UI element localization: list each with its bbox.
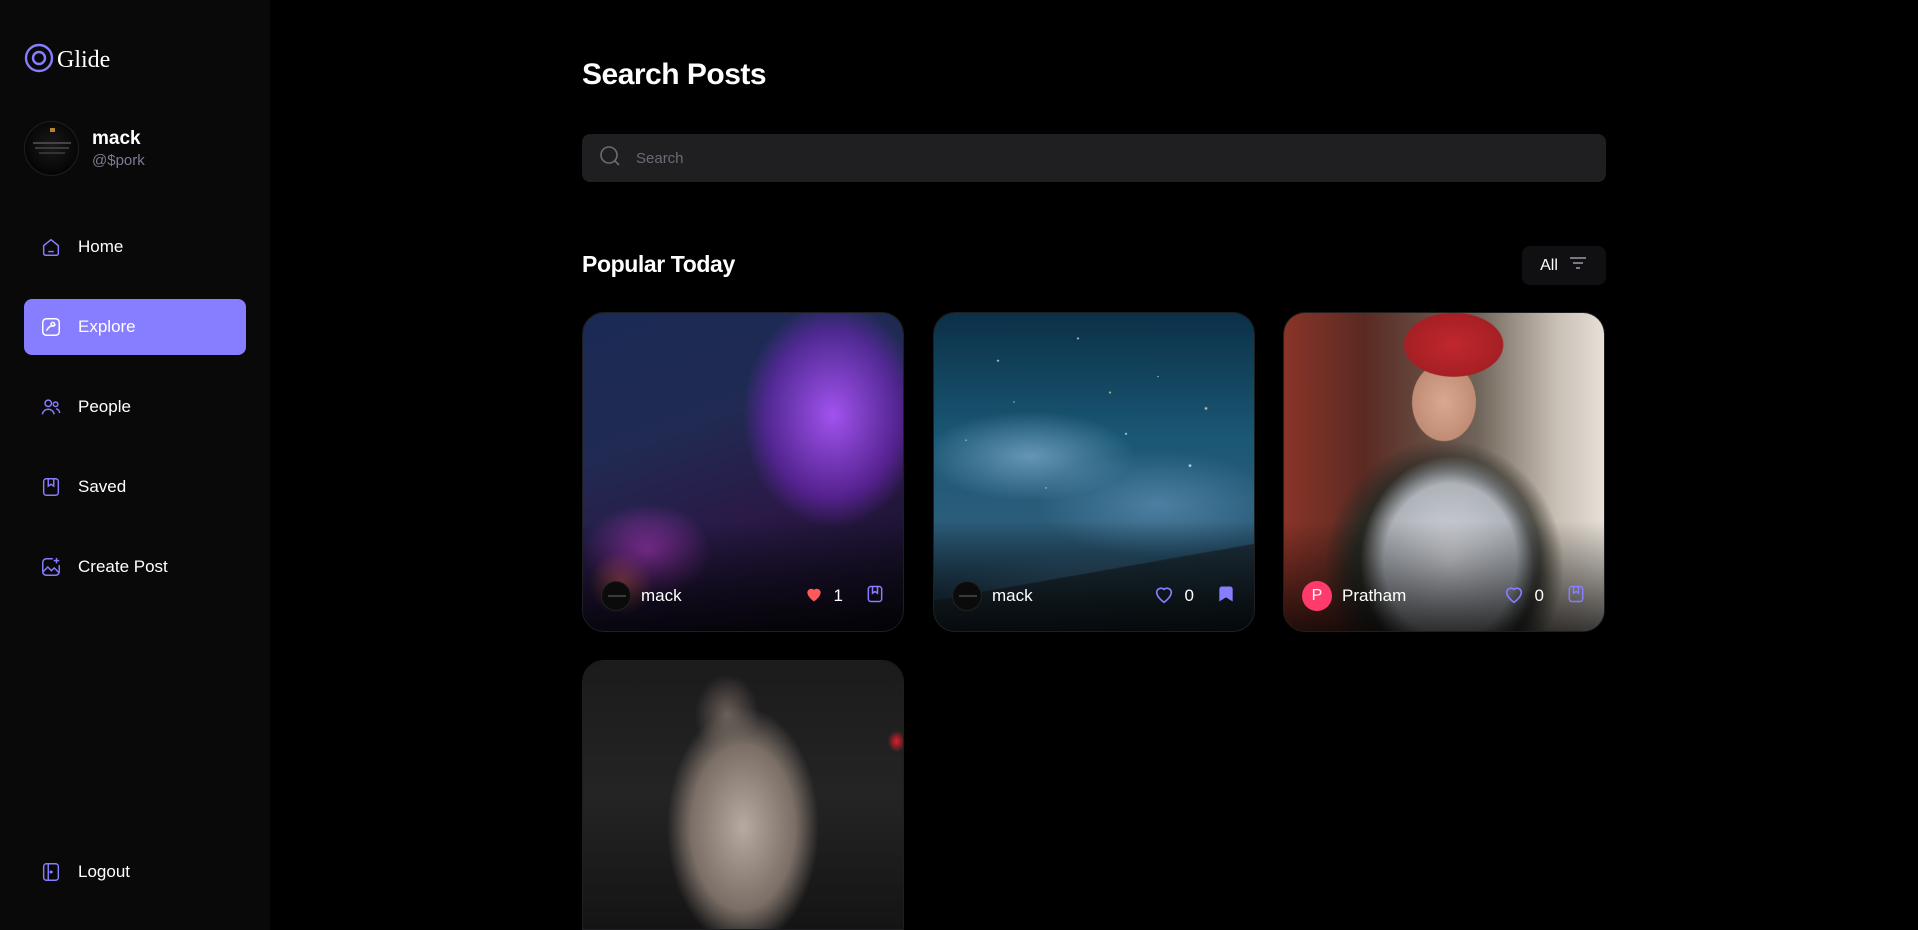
author-name: Pratham: [1342, 586, 1407, 605]
post-image[interactable]: [583, 661, 903, 929]
explore-icon: [40, 316, 62, 338]
post-author[interactable]: mack: [952, 581, 1153, 611]
sidebar: Glide mack @$pork Home Explore People Sa…: [0, 0, 270, 930]
home-icon: [40, 236, 62, 258]
bookmark-icon: [40, 476, 62, 498]
bookmark-icon[interactable]: [865, 584, 885, 609]
post-card[interactable]: mack 1: [582, 312, 904, 632]
sidebar-item-create-post[interactable]: Create Post: [24, 539, 246, 595]
search-input[interactable]: [636, 149, 1536, 167]
sidebar-item-home[interactable]: Home: [24, 219, 246, 275]
author-name: mack: [641, 586, 682, 605]
sidebar-item-saved[interactable]: Saved: [24, 459, 246, 515]
app-root: Glide mack @$pork Home Explore People Sa…: [0, 0, 1918, 930]
post-card[interactable]: P Pratham 0: [1283, 312, 1605, 632]
post-author[interactable]: mack: [601, 581, 804, 611]
logout-label: Logout: [78, 862, 130, 881]
heart-filled-icon: [804, 584, 824, 609]
like-count: 0: [1534, 586, 1544, 605]
section-title: Popular Today: [582, 251, 735, 277]
avatar: [24, 121, 79, 176]
filter-label: All: [1540, 256, 1558, 274]
like-button[interactable]: 0: [1153, 583, 1194, 610]
sidebar-item-label: Create Post: [78, 557, 168, 576]
page-title: Search Posts: [582, 58, 767, 91]
glide-logo-icon: [24, 43, 54, 78]
sidebar-item-label: Saved: [78, 477, 127, 496]
logout-icon: [40, 861, 62, 883]
sidebar-item-label: Home: [78, 237, 124, 256]
profile-name: mack: [92, 128, 141, 149]
heart-outline-icon: [1153, 583, 1175, 610]
like-count: 1: [833, 586, 843, 605]
author-name: mack: [992, 586, 1033, 605]
profile-handle: @$pork: [92, 152, 145, 169]
people-icon: [40, 396, 62, 418]
sidebar-item-label: People: [78, 397, 131, 416]
logout-button[interactable]: Logout: [24, 844, 246, 900]
post-card[interactable]: mack 0: [933, 312, 1255, 632]
bookmark-filled-icon[interactable]: [1216, 584, 1236, 609]
sidebar-item-people[interactable]: People: [24, 379, 246, 435]
author-avatar: [952, 581, 982, 611]
filter-icon: [1568, 253, 1588, 278]
post-author[interactable]: P Pratham: [1302, 581, 1503, 611]
search-icon: [598, 144, 622, 173]
post-card[interactable]: [582, 660, 904, 930]
logo[interactable]: Glide: [24, 43, 110, 78]
like-button[interactable]: 1: [804, 584, 843, 609]
sidebar-item-explore[interactable]: Explore: [24, 299, 246, 355]
sidebar-item-label: Explore: [78, 317, 136, 336]
filter-button[interactable]: All: [1522, 246, 1606, 285]
app-name: Glide: [57, 47, 111, 73]
author-avatar: P: [1302, 581, 1332, 611]
author-avatar: [601, 581, 631, 611]
like-button[interactable]: 0: [1503, 583, 1544, 610]
search-bar[interactable]: [582, 134, 1606, 182]
create-post-icon: [40, 556, 62, 578]
like-count: 0: [1184, 586, 1194, 605]
heart-outline-icon: [1503, 583, 1525, 610]
profile[interactable]: mack @$pork: [24, 121, 145, 176]
bookmark-icon[interactable]: [1566, 584, 1586, 609]
